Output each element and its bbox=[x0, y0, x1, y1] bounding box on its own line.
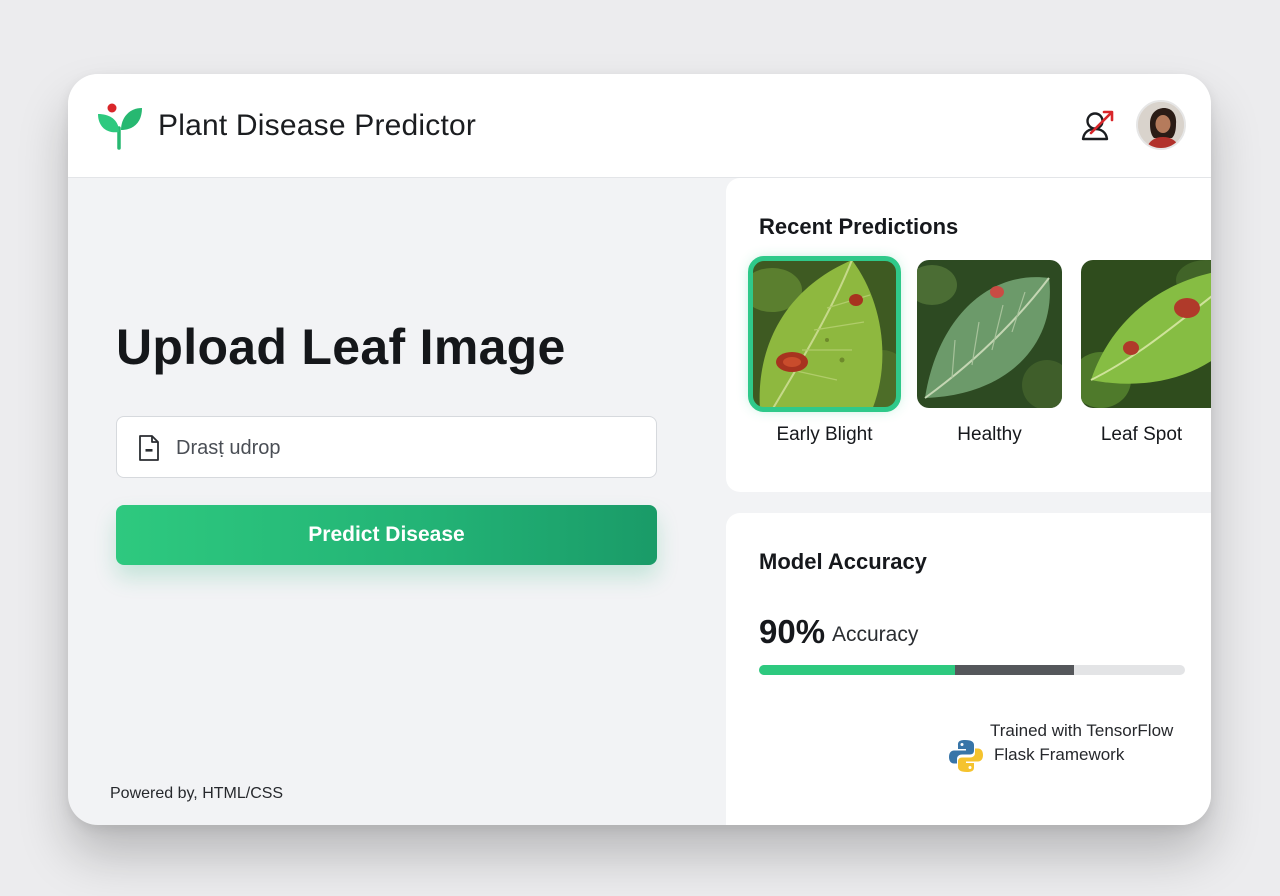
powered-by-text: Powered by, HTML/CSS bbox=[110, 785, 284, 802]
prediction-label-healthy[interactable]: Healthy bbox=[917, 424, 1062, 446]
accuracy-value: 90% bbox=[759, 613, 826, 650]
sprout-icon bbox=[98, 103, 142, 150]
upload-title: Upload Leaf Image bbox=[116, 319, 566, 375]
prediction-thumbnail-healthy[interactable] bbox=[917, 260, 1062, 408]
app-title: Plant Disease Predictor bbox=[158, 109, 477, 142]
model-accuracy-title: Model Accuracy bbox=[759, 549, 927, 574]
predict-disease-button[interactable]: Predict Disease bbox=[116, 505, 657, 565]
accuracy-progress-fill bbox=[759, 665, 955, 675]
model-accuracy-card: Model Accuracy 90% Accuracy Trained with… bbox=[726, 513, 1211, 825]
trained-with-text: Trained with TensorFlow bbox=[990, 721, 1174, 740]
accuracy-label: Accuracy bbox=[832, 623, 919, 646]
leaf-image bbox=[917, 260, 1062, 408]
framework-text: Flask Framework bbox=[994, 745, 1125, 764]
prediction-label-early-blight[interactable]: Early Blight bbox=[752, 424, 897, 446]
prediction-thumbnail-leaf-spot[interactable] bbox=[1081, 260, 1211, 408]
user-share-icon[interactable] bbox=[1078, 106, 1118, 146]
accuracy-progress-bar bbox=[759, 665, 1185, 675]
prediction-thumbnail-early-blight[interactable] bbox=[748, 256, 901, 412]
file-icon bbox=[139, 435, 159, 461]
app-header: Plant Disease Predictor bbox=[68, 74, 1211, 178]
user-avatar[interactable] bbox=[1136, 100, 1186, 150]
app-window: Plant Disease Predictor Upload Leaf Imag… bbox=[68, 74, 1211, 825]
leaf-image bbox=[1081, 260, 1211, 408]
python-icon bbox=[949, 740, 983, 772]
recent-predictions-card: Recent Predictions Early Blight Healthy … bbox=[726, 178, 1211, 492]
file-input-placeholder: Drasṭ udrop bbox=[176, 437, 281, 459]
accuracy-progress-secondary bbox=[955, 665, 1074, 675]
avatar-image bbox=[1138, 102, 1184, 148]
recent-predictions-title: Recent Predictions bbox=[759, 214, 959, 239]
upload-panel: Upload Leaf Image Drasṭ udrop Predict Di… bbox=[68, 178, 725, 825]
file-drop-input[interactable]: Drasṭ udrop bbox=[116, 416, 657, 478]
prediction-label-leaf-spot[interactable]: Leaf Spot bbox=[1069, 424, 1211, 446]
leaf-image bbox=[752, 260, 897, 408]
